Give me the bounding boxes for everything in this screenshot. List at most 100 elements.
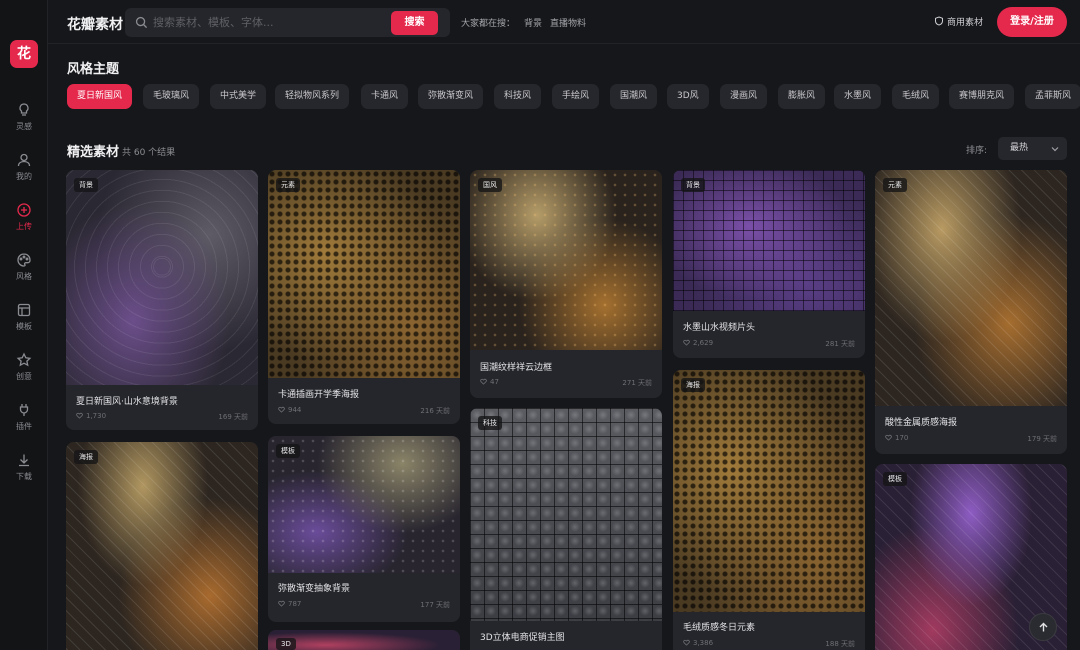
sidebar-item-upload[interactable]: 上传 [0,202,48,242]
sidebar-item-download[interactable]: 下载 [0,452,48,492]
card-badge: 海报 [74,450,98,464]
featured-title: 精选素材 [67,145,120,160]
card-likes: 2,629 [683,339,713,347]
shield-icon [935,16,943,26]
card-likes: 47 [480,378,499,386]
sidebar-item-style[interactable]: 风格 [0,252,48,292]
theme-chip[interactable]: 国潮风 [610,84,658,109]
scroll-to-top-button[interactable] [1029,613,1057,641]
material-card[interactable]: 元素 卡通插画开学季海报 944 216 天前 [268,170,460,424]
sidebar-item-label: 风格 [16,272,32,281]
sidebar-item-mine[interactable]: 我的 [0,152,48,192]
sidebar-item-inspiration[interactable]: 灵感 [0,102,48,142]
search-input[interactable] [153,12,383,33]
card-thumbnail [268,630,460,650]
card-title: 卡通插画开学季海报 [278,390,360,400]
card-badge: 背景 [74,178,98,192]
theme-chip[interactable]: 毛绒风 [892,84,940,109]
sidebar-item-label: 下载 [16,472,32,481]
theme-chip[interactable]: 漫画风 [720,84,768,109]
theme-chip[interactable]: 弥散渐变风 [418,84,484,109]
material-card[interactable]: 元素 酸性金属质感海报 170 179 天前 [875,170,1067,454]
palette-icon [17,253,31,267]
theme-chip[interactable]: 夏日新国风 [67,84,133,109]
theme-chip[interactable]: 水墨风 [834,84,882,109]
heart-icon [683,639,690,646]
card-time: 188 天前 [825,640,855,648]
card-title: 夏日新国风·山水意境背景 [76,397,178,407]
download-icon [19,454,29,467]
card-thumbnail [470,408,662,621]
card-badge: 3D [276,638,296,650]
theme-chip[interactable]: 轻拟物风系列 [275,84,350,109]
material-card[interactable]: 海报 [66,442,258,650]
sidebar-item-label: 上传 [16,222,32,231]
card-likes: 1,730 [76,412,106,420]
heart-icon [76,412,83,419]
sidebar-item-label: 创意 [16,372,32,381]
logo[interactable]: 花 [10,40,38,68]
theme-chip-list: 夏日新国风 毛玻璃风 中式美学 轻拟物风系列 卡通风 弥散渐变风 科技风 手绘风… [48,80,1080,114]
card-title: 酸性金属质感海报 [885,418,958,428]
theme-chip[interactable]: 毛玻璃风 [143,84,200,109]
card-badge: 模板 [883,472,907,486]
card-badge: 元素 [276,178,300,192]
login-button[interactable]: 登录/注册 [997,7,1067,37]
likes-count: 3,386 [693,639,714,647]
likes-count: 944 [288,406,302,414]
theme-chip[interactable]: 科技风 [494,84,542,109]
card-thumbnail [875,170,1067,406]
card-time: 271 天前 [622,379,652,387]
likes-count: 47 [490,378,499,386]
card-likes: 787 [278,600,301,608]
material-card[interactable]: 国风 国潮纹样祥云边框 47 271 天前 [470,170,662,398]
sidebar-item-template[interactable]: 模板 [0,302,48,342]
card-badge: 元素 [883,178,907,192]
card-badge: 科技 [478,416,502,430]
sort-select[interactable]: 最热 [998,137,1067,160]
card-thumbnail [470,170,662,350]
material-card[interactable]: 3D [268,630,460,650]
card-badge: 海报 [681,378,705,392]
material-card[interactable]: 背景 水墨山水视频片头 2,629 281 天前 [673,170,865,358]
theme-chip[interactable]: 孟菲斯风 [1025,84,1080,109]
plug-icon [19,404,29,416]
material-card[interactable]: 背景 夏日新国风·山水意境背景 1,730 169 天前 [66,170,258,430]
sidebar-item-plugin[interactable]: 插件 [0,402,48,442]
card-title: 水墨山水视频片头 [683,323,756,333]
theme-chip[interactable]: 膨胀风 [778,84,826,109]
material-card[interactable]: 科技 3D立体电商促销主图 [470,408,662,650]
brand-title: 花瓣素材 [67,17,123,33]
theme-chip[interactable]: 中式美学 [210,84,267,109]
card-title: 3D立体电商促销主图 [480,633,565,643]
card-title: 毛绒质感冬日元素 [683,623,756,633]
sidebar-item-label: 灵感 [16,122,32,131]
material-card[interactable]: 海报 毛绒质感冬日元素 3,386 188 天前 [673,370,865,650]
hot-search-link[interactable]: 背景 [524,16,542,29]
theme-chip[interactable]: 卡通风 [361,84,409,109]
hot-search-label: 大家都在搜： [461,19,516,29]
card-badge: 模板 [276,444,300,458]
heart-icon [278,406,285,413]
theme-chip[interactable]: 3D风 [667,84,709,109]
search-button[interactable]: 搜索 [391,11,438,35]
sidebar-item-creative[interactable]: 创意 [0,352,48,392]
card-badge: 国风 [478,178,502,192]
chevron-down-icon [1051,147,1059,152]
commercial-link[interactable]: 商用素材 [934,15,983,28]
hot-search-link[interactable]: 直播物料 [550,16,586,29]
likes-count: 1,730 [86,412,107,420]
material-card[interactable]: 模板 弥散渐变抽象背景 787 177 天前 [268,436,460,622]
sort-value: 最热 [1010,143,1029,153]
sidebar-item-label: 模板 [16,322,32,331]
likes-count: 170 [895,434,909,442]
card-time: 179 天前 [1027,435,1057,443]
theme-chip[interactable]: 赛博朋克风 [949,84,1015,109]
card-likes: 944 [278,406,301,414]
lightbulb-icon [19,103,29,116]
theme-chip[interactable]: 手绘风 [552,84,600,109]
card-thumbnail [268,170,460,378]
star-icon [16,352,32,367]
result-count: 共 60 个结果 [122,148,176,158]
heart-icon [480,378,487,385]
